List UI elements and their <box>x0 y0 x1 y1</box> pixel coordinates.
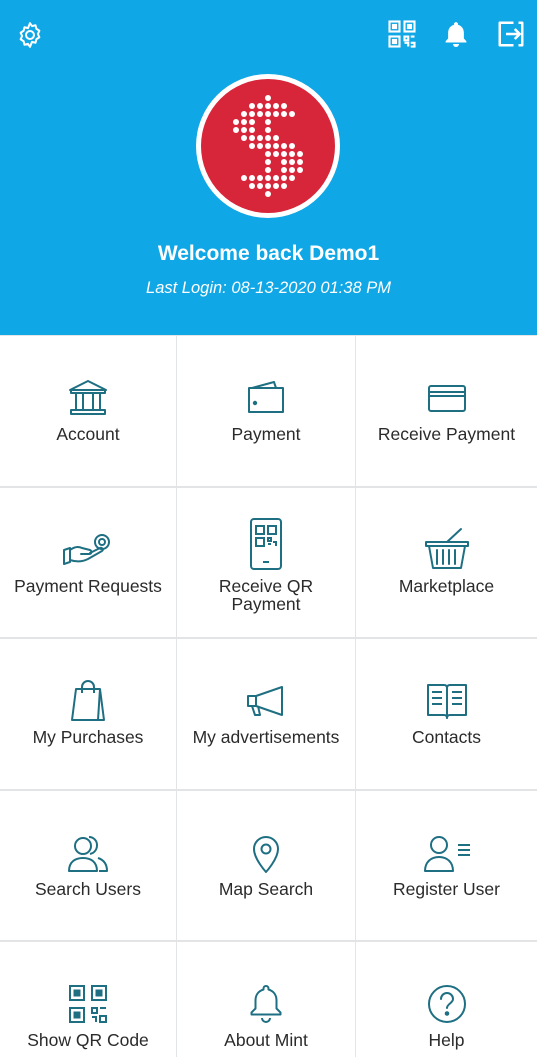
menu-item-label: Map Search <box>218 879 314 899</box>
menu-item-payment[interactable]: Payment <box>177 336 355 486</box>
menu-item-search-users[interactable]: Search Users <box>0 791 176 940</box>
menu-item-label-line1: Receive QR <box>218 576 314 596</box>
bell-icon <box>244 982 288 1026</box>
menu-item-label: Show QR Code <box>27 1030 149 1050</box>
settings-button[interactable] <box>14 19 46 51</box>
menu-item-account[interactable]: Account <box>0 336 176 486</box>
welcome-message: Welcome back Demo1 <box>157 242 380 265</box>
menu-item-label: Payment Requests <box>14 576 162 596</box>
user-add-icon <box>422 831 472 875</box>
menu-item-label: Payment <box>231 424 301 444</box>
menu-item-help[interactable]: Help <box>356 942 537 1057</box>
menu-item-label: Account <box>56 424 120 444</box>
menu-item-my-purchases[interactable]: My Purchases <box>0 639 176 789</box>
shopping-bag-icon <box>66 679 110 723</box>
menu-item-label: My Purchases <box>32 727 144 747</box>
menu-item-label: Contacts <box>411 727 482 747</box>
menu-item-map-search[interactable]: Map Search <box>177 791 355 940</box>
menu-item-marketplace[interactable]: Marketplace <box>356 488 537 637</box>
dollar-logo-icon <box>233 95 303 197</box>
menu-item-contacts[interactable]: Contacts <box>356 639 537 789</box>
wallet-icon <box>244 376 288 420</box>
phone-qr-icon <box>244 516 288 572</box>
menu-item-my-advertisements[interactable]: My advertisements <box>177 639 355 789</box>
menu-grid: Account Payment Receive Payment Payment … <box>0 335 537 1057</box>
profile-header: Welcome back Demo1 Last Login: 08-13-202… <box>0 0 537 335</box>
help-circle-icon <box>425 982 469 1026</box>
menu-item-payment-requests[interactable]: Payment Requests <box>0 488 176 637</box>
menu-item-label: About Mint <box>224 1030 308 1050</box>
hand-coin-icon <box>62 528 114 572</box>
qr-scan-button[interactable] <box>386 18 418 50</box>
menu-item-receive-qr-payment[interactable]: Receive QR Payment <box>177 488 355 637</box>
app-logo <box>196 74 340 218</box>
menu-item-label: My advertisements <box>192 727 340 747</box>
menu-item-label: Help <box>428 1030 465 1050</box>
menu-item-label: Marketplace <box>398 576 495 596</box>
megaphone-icon <box>244 679 288 723</box>
menu-item-label-line2: Payment <box>231 594 301 614</box>
logout-button[interactable] <box>495 18 527 50</box>
basket-icon <box>423 526 471 572</box>
menu-item-about-mint[interactable]: About Mint <box>177 942 355 1057</box>
menu-item-label: Search Users <box>34 879 141 899</box>
qr-code-icon <box>388 20 416 48</box>
logout-icon <box>498 21 524 47</box>
bell-icon <box>445 22 467 47</box>
menu-item-label: Receive Payment <box>377 424 516 444</box>
last-login-text: Last Login: 08-13-2020 01:38 PM <box>146 279 391 297</box>
menu-item-receive-payment[interactable]: Receive Payment <box>356 336 537 486</box>
book-icon <box>425 679 469 723</box>
menu-item-label: Register User <box>393 879 500 899</box>
map-pin-icon <box>244 831 288 875</box>
gear-icon <box>19 22 41 48</box>
notifications-button[interactable] <box>440 18 472 50</box>
users-icon <box>66 831 110 875</box>
credit-card-icon <box>425 376 469 420</box>
qr-code-icon <box>66 982 110 1026</box>
menu-item-register-user[interactable]: Register User <box>356 791 537 940</box>
bank-icon <box>66 376 110 420</box>
menu-item-show-qr-code[interactable]: Show QR Code <box>0 942 176 1057</box>
